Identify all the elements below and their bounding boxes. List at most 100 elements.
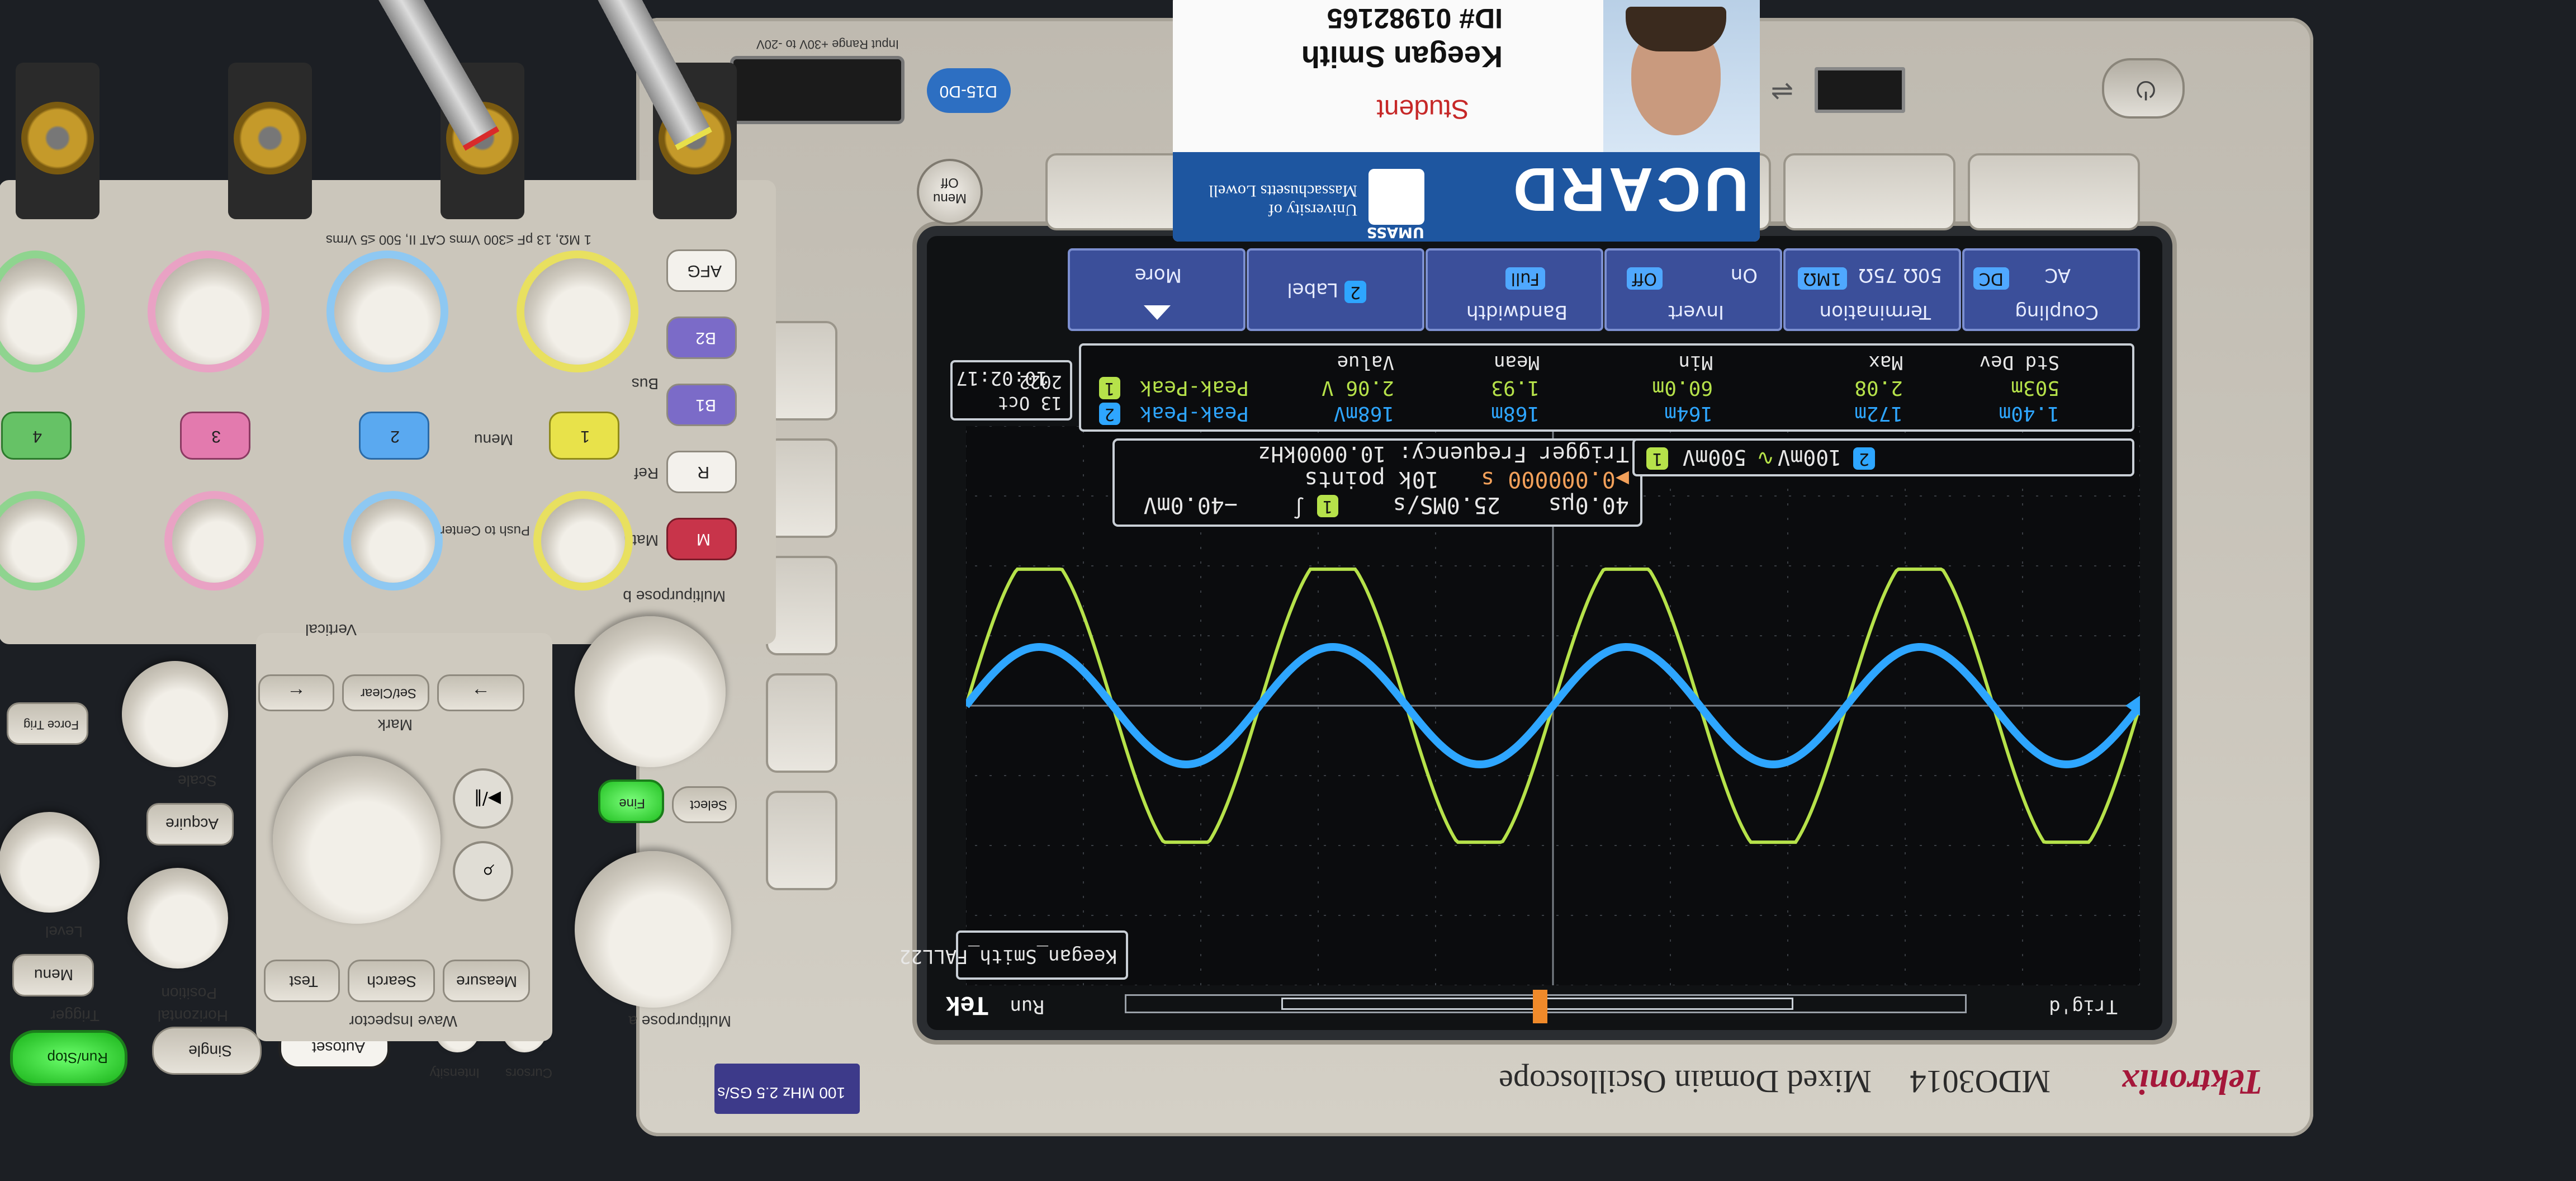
- math-button[interactable]: M: [666, 518, 737, 560]
- term-75: 75Ω: [1858, 264, 1897, 286]
- select-button[interactable]: Select: [672, 786, 737, 823]
- header-mean: Mean: [1494, 351, 1540, 374]
- usb-port: [1815, 67, 1905, 113]
- acquire-button[interactable]: Acquire: [146, 803, 234, 845]
- photo-stage: Tektronix MDO3014 Mixed Domain Oscillosc…: [0, 0, 2576, 1181]
- ch2-button[interactable]: 2: [359, 412, 429, 460]
- zoom-button[interactable]: ⌕: [453, 841, 513, 901]
- horizontal-position-knob[interactable]: [127, 868, 228, 969]
- ref-button[interactable]: R: [666, 451, 737, 493]
- probe-spec-label: 1 MΩ, 13 pF ≤300 Vrms CAT II, 500 ≤5 Vrm…: [325, 232, 591, 247]
- softkey-bandwidth[interactable]: Bandwidth Full: [1426, 248, 1603, 331]
- trigger-slope: ∫: [1292, 496, 1305, 519]
- label-box-text: Keegan_Smith_FALL22: [899, 945, 1117, 967]
- horizontal-position: ▶0.000000 s: [1481, 466, 1629, 492]
- force-trig-button[interactable]: Force Trig: [7, 702, 88, 745]
- b2-button[interactable]: B2: [666, 316, 737, 359]
- multipurpose-a-label: Multipurpose a: [628, 1013, 731, 1030]
- menu-off-label: Menu Off: [932, 175, 967, 206]
- trigger-frequency: Trigger Frequency: 10.0000kHz: [1258, 442, 1629, 466]
- multipurpose-b-knob[interactable]: [575, 616, 726, 767]
- ref-label: Ref: [634, 465, 659, 482]
- force-trig-label: Force Trig: [23, 718, 79, 732]
- math-text: M: [697, 530, 711, 549]
- ref-text: R: [697, 463, 709, 481]
- timebase-value: 40.0µs: [1548, 492, 1630, 518]
- softkey-more[interactable]: More: [1068, 248, 1246, 331]
- trigger-level-knob[interactable]: [0, 812, 100, 913]
- right-arrow-icon: →: [471, 684, 490, 705]
- bezel-button-1[interactable]: [1968, 153, 2140, 230]
- record-points: 10k points: [1304, 466, 1439, 492]
- softkey-termination[interactable]: Termination 50Ω 75Ω 1MΩ: [1783, 248, 1961, 331]
- trigger-menu-label: Menu: [34, 966, 73, 984]
- test-button[interactable]: Test: [264, 960, 340, 1002]
- digital-port-badge: D15-D0: [927, 68, 1011, 113]
- ch2-scale: 100mV: [1777, 445, 1841, 470]
- invert-on: On: [1730, 264, 1758, 286]
- search-label: Search: [367, 973, 416, 990]
- ch2-position-knob[interactable]: [351, 499, 435, 583]
- afg-text: AFG: [687, 262, 722, 280]
- ch3-scale-knob[interactable]: [155, 258, 262, 365]
- ch2-meas-min: 164m: [1664, 402, 1713, 425]
- play-pause-button[interactable]: ▶/‖: [453, 768, 513, 829]
- b1-text: B1: [695, 396, 716, 414]
- ch1-meas-value: 2.06 V: [1321, 376, 1394, 399]
- softkey-label[interactable]: 2 Label: [1247, 248, 1424, 331]
- header-stddev: Std Dev: [1979, 351, 2059, 374]
- ch1-scale-knob[interactable]: [524, 258, 631, 365]
- math-label: Math: [623, 532, 659, 549]
- horizontal-scale-knob[interactable]: [122, 661, 228, 767]
- model-description: Mixed Domain Oscilloscope: [1499, 1064, 1872, 1100]
- ch3-bnc: [234, 102, 306, 174]
- fine-button[interactable]: Fine: [598, 780, 664, 823]
- measure-header-row: Std Dev Max Min Mean Value: [1087, 349, 2127, 374]
- ch2-scale-knob[interactable]: [334, 258, 441, 365]
- ch3-button[interactable]: 3: [180, 412, 250, 460]
- bezel-button-2[interactable]: [1783, 153, 1955, 230]
- run-stop-button[interactable]: Run/Stop: [10, 1030, 127, 1086]
- intensity-label: Intensity: [429, 1065, 480, 1080]
- run-stop-label: Run/Stop: [47, 1050, 108, 1066]
- ch2-meas-mean: 168m: [1491, 402, 1540, 425]
- afg-button[interactable]: AFG: [666, 249, 737, 292]
- next-mark-button[interactable]: →: [437, 674, 524, 711]
- prev-mark-button[interactable]: ←: [258, 674, 334, 711]
- card-role: Student: [1376, 94, 1469, 124]
- softkey-coupling[interactable]: Coupling AC DC: [1962, 248, 2140, 331]
- set-clear-button[interactable]: Set/Clear: [342, 674, 429, 711]
- label-label: Label: [1287, 278, 1338, 301]
- invert-label: Invert: [1668, 301, 1724, 323]
- measure-button[interactable]: Measure: [443, 960, 530, 1002]
- multipurpose-a-knob[interactable]: [575, 851, 731, 1008]
- pan-zoom-knob[interactable]: [273, 756, 441, 924]
- ch2-meas-stddev: 1.40m: [1999, 402, 2059, 425]
- ch1-button[interactable]: 1: [549, 412, 619, 460]
- softkey-invert[interactable]: Invert On Off: [1604, 248, 1782, 331]
- card-name: Keegan Smith: [1301, 40, 1503, 73]
- menu-label: Menu: [473, 431, 513, 448]
- ch1-scale: 500mV: [1682, 445, 1746, 470]
- ch1-meas-stddev: 503m: [2011, 376, 2059, 399]
- run-state: Run: [1010, 995, 1044, 1018]
- bandwidth-value: Full: [1505, 267, 1545, 290]
- position-label: Position: [161, 985, 217, 1002]
- trigger-position-marker: [1533, 990, 1547, 1023]
- ch2-meas-tag: 2: [1098, 403, 1120, 425]
- search-button[interactable]: Search: [348, 960, 435, 1002]
- coupling-label: Coupling: [2015, 301, 2099, 323]
- cursors-label: Cursors: [505, 1065, 552, 1080]
- power-button[interactable]: ⏻: [2102, 58, 2185, 119]
- ch4-button[interactable]: 4: [1, 412, 72, 460]
- ch3-text: 3: [211, 427, 221, 446]
- b1-button[interactable]: B1: [666, 384, 737, 426]
- card-umass: UMASS: [1366, 224, 1424, 240]
- trigger-menu-button[interactable]: Menu: [12, 954, 94, 996]
- ch3-position-knob[interactable]: [172, 499, 256, 583]
- single-button[interactable]: Single: [152, 1027, 262, 1075]
- level-label: Level: [45, 923, 83, 941]
- menu-off-button[interactable]: Menu Off: [917, 159, 983, 225]
- ch1-position-knob[interactable]: [541, 499, 625, 583]
- label-box: Keegan_Smith_FALL22: [899, 930, 1128, 980]
